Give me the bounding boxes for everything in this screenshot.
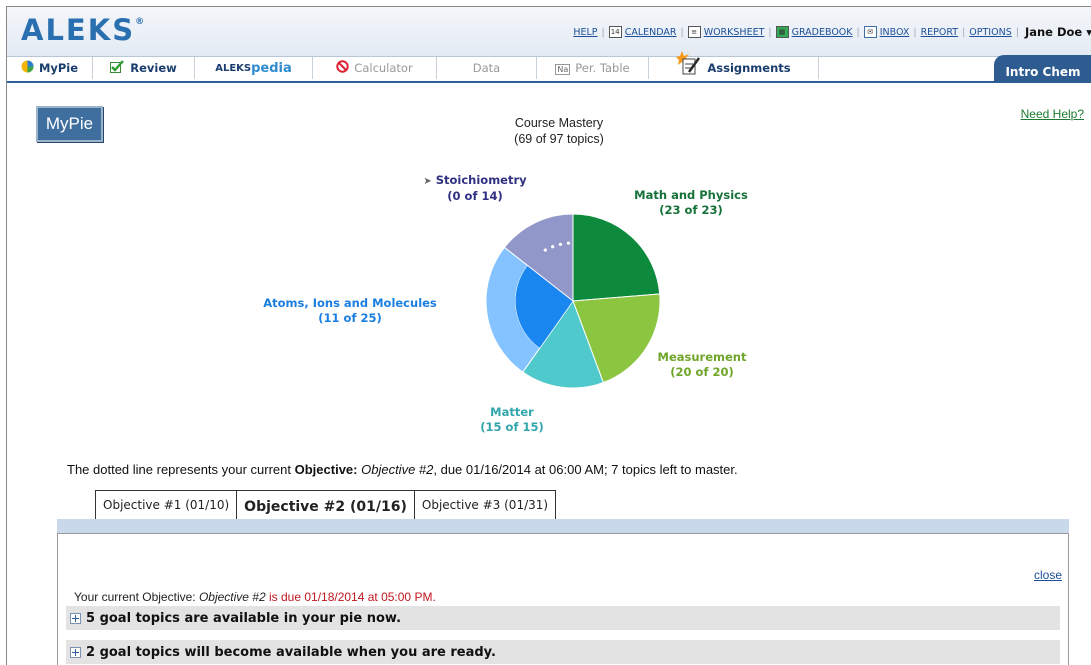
objective-panel-band [57,519,1069,533]
slice-name: Measurement [657,350,747,364]
pie-label-matter[interactable]: Matter (15 of 15) [462,405,562,435]
close-link[interactable]: close [1034,568,1062,582]
slice-count: (20 of 20) [670,365,734,379]
pie-slices[interactable] [485,213,661,389]
slice-name: Math and Physics [634,188,748,202]
tab-objective-1[interactable]: Objective #1 (01/10) [95,490,238,520]
goal-topics-available-toggle[interactable]: 5 goal topics are available in your pie … [66,606,1060,630]
current-objective-text: Your current Objective: Objective #2 is … [74,590,436,604]
pie-label-measurement[interactable]: Measurement (20 of 20) [637,350,767,380]
objective-description: The dotted line represents your current … [67,462,738,477]
slice-count: (15 of 15) [480,420,544,434]
expand-plus-icon[interactable] [70,612,81,624]
tab-objective-3[interactable]: Objective #3 (01/31) [413,490,557,520]
tab-objective-2[interactable]: Objective #2 (01/16) [236,490,415,522]
objective-panel: close Your current Objective: Objective … [57,533,1069,665]
aleks-window: ALEKS® HELP | 14 CALENDAR | ≡ WORKSHEET … [6,6,1091,665]
goal-topics-later-toggle[interactable]: 2 goal topics will become available when… [66,640,1060,664]
slice-count: (11 of 25) [318,311,382,325]
slice-name: Matter [490,405,534,419]
arrow-right-icon: ➤ [423,176,432,187]
pie-slice-math-and-physics[interactable] [572,213,661,302]
slice-name: Stoichiometry [435,173,527,187]
slice-count: (23 of 23) [659,203,723,217]
mastery-pie-chart[interactable] [7,7,1091,457]
pie-label-math-physics[interactable]: Math and Physics (23 of 23) [621,188,761,218]
expand-plus-icon[interactable] [70,646,81,658]
pie-label-stoichiometry[interactable]: ➤ Stoichiometry (0 of 14) [405,173,545,204]
slice-name: Atoms, Ions and Molecules [263,296,437,310]
objective-tabs: Objective #1 (01/10) Objective #2 (01/16… [95,490,557,522]
slice-count: (0 of 14) [447,189,503,203]
pie-label-atoms-ions-molecules[interactable]: Atoms, Ions and Molecules (11 of 25) [250,296,450,326]
